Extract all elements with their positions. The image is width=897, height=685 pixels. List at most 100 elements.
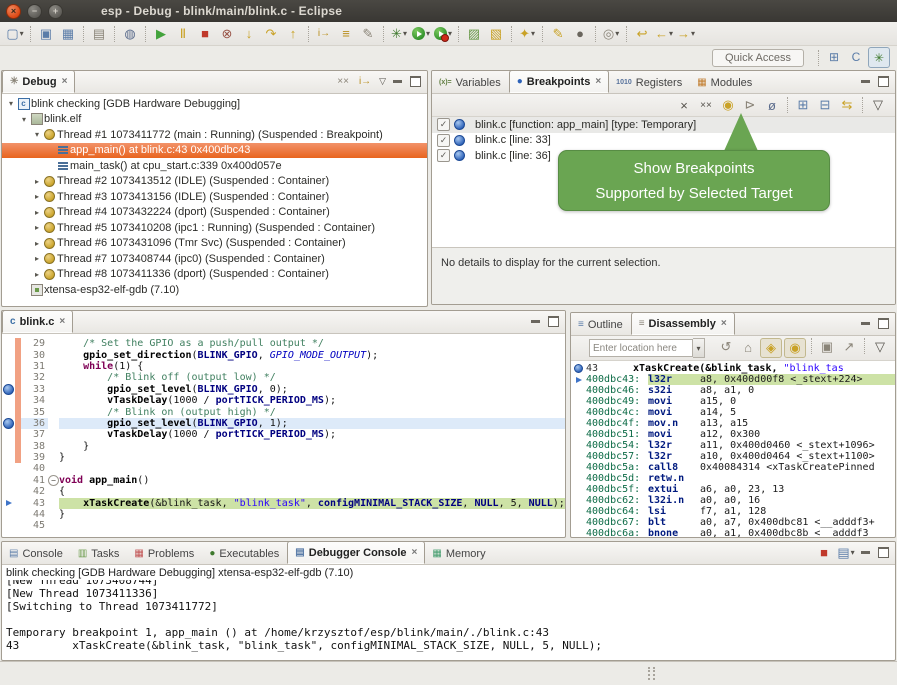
- instruction-stepping-icon[interactable]: i→: [314, 25, 334, 43]
- tab-outline[interactable]: ≡Outline: [571, 314, 631, 335]
- debug-tree-row[interactable]: ▸Thread #3 1073413156 (IDLE) (Suspended …: [2, 189, 427, 205]
- tab-tasks[interactable]: ▥Tasks: [71, 543, 128, 564]
- skip-all-breakpoints-icon[interactable]: ◍: [120, 25, 140, 43]
- tab-console[interactable]: ▤Console: [2, 543, 71, 564]
- tab-close-icon[interactable]: ×: [412, 547, 418, 558]
- copy-icon[interactable]: ▣: [817, 338, 837, 356]
- back-icon[interactable]: ←▾: [654, 25, 674, 43]
- debug-tree-row[interactable]: ▸Thread #6 1073431096 (Tmr Svc) (Suspend…: [2, 236, 427, 252]
- minimize-view-icon[interactable]: [861, 322, 870, 325]
- tab-memory[interactable]: ▦Memory: [425, 543, 493, 564]
- show-source-toggle-icon[interactable]: ◈: [760, 338, 782, 358]
- expander-closed-icon[interactable]: ▸: [32, 270, 42, 279]
- debug-tree-row[interactable]: ▾Thread #1 1073411772 (main : Running) (…: [2, 127, 427, 143]
- breakpoint-row[interactable]: ✓blink.c [line: 33]: [432, 133, 895, 149]
- tab-variables[interactable]: (x)=Variables: [432, 72, 509, 93]
- debug-tree-row[interactable]: ▸Thread #7 1073408744 (ipc0) (Suspended …: [2, 251, 427, 267]
- debug-config-icon[interactable]: ✎: [358, 25, 378, 43]
- expander-closed-icon[interactable]: ▸: [32, 177, 42, 186]
- dropdown-arrow-icon[interactable]: ▾: [851, 548, 855, 557]
- sash-handle[interactable]: [648, 667, 655, 680]
- breakpoint-checkbox[interactable]: ✓: [437, 149, 450, 162]
- view-menu-icon[interactable]: ▽: [870, 338, 890, 356]
- debug-tree-row[interactable]: xtensa-esp32-elf-gdb (7.10): [2, 282, 427, 298]
- expander-open-icon[interactable]: ▾: [32, 130, 42, 139]
- remove-breakpoint-icon[interactable]: ×: [674, 96, 694, 114]
- window-close-button[interactable]: ×: [6, 4, 21, 19]
- minimize-view-icon[interactable]: [531, 320, 540, 323]
- link-with-debug-icon[interactable]: ⇆: [837, 96, 857, 114]
- tab-close-icon[interactable]: ×: [59, 316, 65, 327]
- sync-active-frame-toggle-icon[interactable]: ◉: [784, 338, 806, 358]
- expander-closed-icon[interactable]: ▸: [32, 223, 42, 232]
- dropdown-arrow-icon[interactable]: ▾: [691, 29, 695, 38]
- expander-closed-icon[interactable]: ▸: [32, 192, 42, 201]
- console-output[interactable]: [New Thread 1073408744][New Thread 10734…: [2, 580, 895, 652]
- debug-tree-row[interactable]: ▸Thread #4 1073432224 (dport) (Suspended…: [2, 205, 427, 221]
- instruction-stepping-toggle-icon[interactable]: i→: [355, 73, 375, 91]
- tab-close-icon[interactable]: ×: [721, 318, 727, 329]
- external-tools-icon[interactable]: ▾: [433, 25, 453, 43]
- debug-tree-row[interactable]: ▸Thread #2 1073413512 (IDLE) (Suspended …: [2, 174, 427, 190]
- view-menu-icon[interactable]: ▽: [868, 96, 888, 114]
- forward-icon[interactable]: →▾: [676, 25, 696, 43]
- dropdown-arrow-icon[interactable]: ▾: [20, 29, 24, 38]
- tab-registers[interactable]: 1010Registers: [609, 72, 690, 93]
- view-menu-icon[interactable]: ▽: [379, 76, 386, 87]
- open-folder-icon[interactable]: ▨: [464, 25, 484, 43]
- show-supported-breakpoints-icon[interactable]: ◉: [718, 96, 738, 114]
- last-edit-location-icon[interactable]: ↩: [632, 25, 652, 43]
- expand-all-icon[interactable]: ⊞: [793, 96, 813, 114]
- expander-closed-icon[interactable]: ▸: [32, 254, 42, 263]
- instruction-pointer-icon[interactable]: [2, 500, 15, 506]
- new-wizard-icon[interactable]: ▢▾: [5, 25, 25, 43]
- debug-icon[interactable]: ✳▾: [389, 25, 409, 43]
- fold-collapse-icon[interactable]: −: [48, 475, 59, 486]
- window-maximize-button[interactable]: +: [48, 4, 63, 19]
- minimize-view-icon[interactable]: [861, 80, 870, 83]
- suspend-icon[interactable]: Ⅱ: [173, 25, 193, 43]
- save-all-icon[interactable]: ▦: [58, 25, 78, 43]
- home-icon[interactable]: ⌂: [738, 338, 758, 356]
- expander-closed-icon[interactable]: ▸: [32, 208, 42, 217]
- maximize-view-icon[interactable]: [878, 547, 889, 558]
- remove-all-breakpoints-icon[interactable]: ××: [696, 96, 716, 114]
- debug-tree-row[interactable]: ▾blink.elf: [2, 112, 427, 128]
- dropdown-arrow-icon[interactable]: ▾: [669, 29, 673, 38]
- run-icon[interactable]: ▾: [411, 25, 431, 43]
- tab-close-icon[interactable]: ×: [62, 76, 68, 87]
- maximize-view-icon[interactable]: [878, 76, 889, 87]
- disassembly-listing[interactable]: 43xTaskCreate(&blink_task, "blink_tas400…: [571, 361, 895, 538]
- remove-all-terminated-icon[interactable]: ××: [333, 73, 353, 91]
- tab-breakpoints[interactable]: ●Breakpoints×: [509, 70, 609, 93]
- tab-debug[interactable]: ✳Debug×: [2, 70, 75, 93]
- location-input[interactable]: [589, 339, 693, 357]
- debug-tree-row[interactable]: ▸Thread #8 1073411336 (dport) (Suspended…: [2, 267, 427, 283]
- import-folder-icon[interactable]: ▧: [486, 25, 506, 43]
- expander-closed-icon[interactable]: ▸: [32, 239, 42, 248]
- maximize-view-icon[interactable]: [548, 316, 559, 327]
- maximize-view-icon[interactable]: [410, 76, 421, 87]
- tab-executables[interactable]: ●Executables: [202, 543, 287, 564]
- quick-access-box[interactable]: Quick Access: [712, 49, 804, 67]
- expander-open-icon[interactable]: ▾: [6, 99, 16, 108]
- step-over-icon[interactable]: ↷: [261, 25, 281, 43]
- disconnect-icon[interactable]: ⊗: [217, 25, 237, 43]
- editor-code-area[interactable]: 29 /* Set the GPIO as a push/pull output…: [2, 334, 565, 532]
- breakpoint-checkbox[interactable]: ✓: [437, 118, 450, 131]
- highlighter-icon[interactable]: ✎: [548, 25, 568, 43]
- step-into-icon[interactable]: ↓: [239, 25, 259, 43]
- collapse-all-icon[interactable]: ⊟: [815, 96, 835, 114]
- terminate-icon[interactable]: ■: [814, 544, 834, 562]
- breakpoint-checkbox[interactable]: ✓: [437, 134, 450, 147]
- tab-debugger-console[interactable]: ▤Debugger Console×: [287, 541, 425, 564]
- binary-view-icon[interactable]: ▤: [89, 25, 109, 43]
- use-step-filters-icon[interactable]: ≡: [336, 25, 356, 43]
- dropdown-arrow-icon[interactable]: ▾: [615, 29, 619, 38]
- terminate-icon[interactable]: ■: [195, 25, 215, 43]
- breakpoint-marker-icon[interactable]: [2, 418, 15, 429]
- tab-problems[interactable]: ▦Problems: [127, 543, 202, 564]
- tab-close-icon[interactable]: ×: [595, 76, 601, 87]
- tab-modules[interactable]: ▦Modules: [690, 72, 760, 93]
- debug-tree-row[interactable]: ▾cblink checking [GDB Hardware Debugging…: [2, 96, 427, 112]
